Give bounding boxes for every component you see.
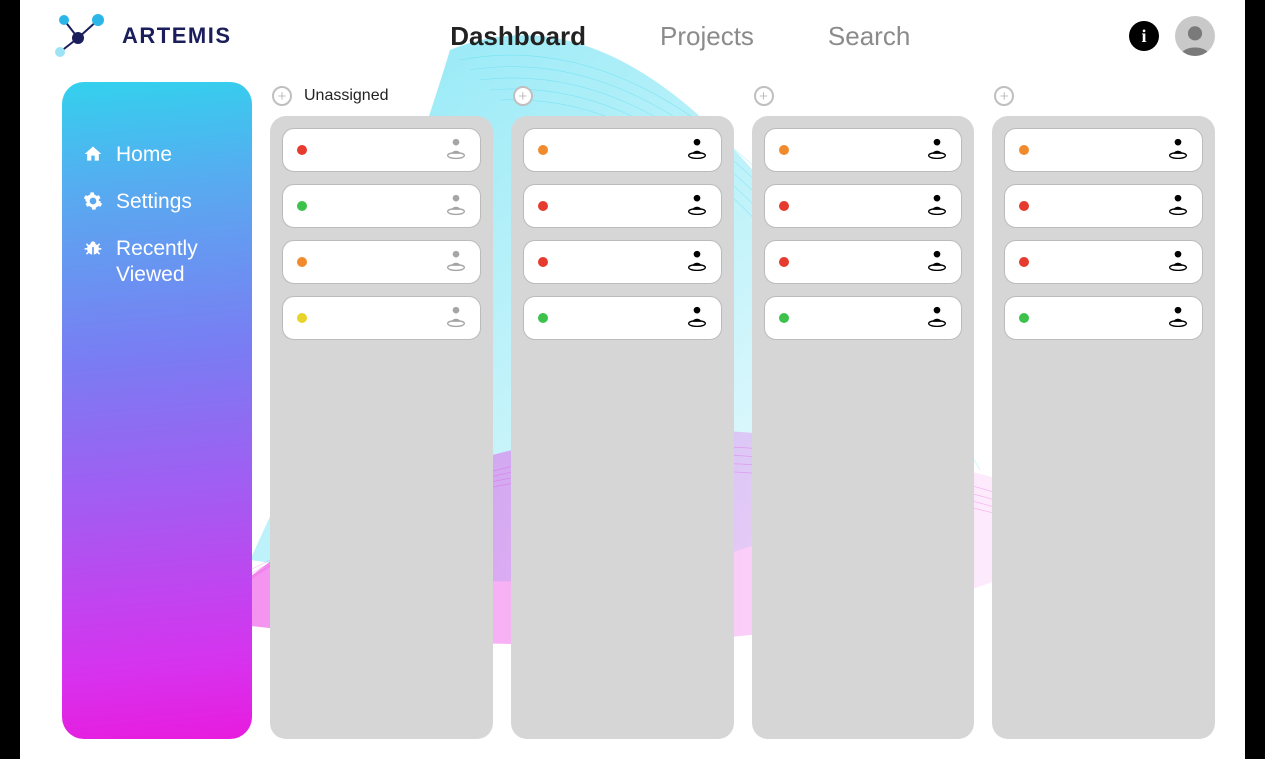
assignee-icon[interactable]: [927, 305, 947, 332]
status-dot: [538, 257, 548, 267]
board-card[interactable]: [523, 128, 722, 172]
assignee-icon[interactable]: [1168, 305, 1188, 332]
assignee-icon[interactable]: [1168, 193, 1188, 220]
add-card-button[interactable]: +: [754, 86, 774, 106]
header-actions: i: [1129, 16, 1215, 56]
column-body: [270, 116, 493, 739]
status-dot: [1019, 145, 1029, 155]
sidebar: Home Settings Recently Viewed: [62, 82, 252, 739]
status-dot: [297, 257, 307, 267]
board-card[interactable]: [764, 184, 963, 228]
brand-text: ARTEMIS: [122, 23, 232, 49]
board-column: +: [511, 82, 734, 739]
board: + Unassigned + + +: [270, 82, 1215, 739]
logo[interactable]: ARTEMIS: [50, 12, 232, 60]
board-card[interactable]: [764, 296, 963, 340]
status-dot: [1019, 257, 1029, 267]
board-card[interactable]: [282, 240, 481, 284]
status-dot: [538, 145, 548, 155]
nav-search[interactable]: Search: [826, 17, 912, 56]
assignee-icon[interactable]: [687, 193, 707, 220]
add-card-button[interactable]: +: [272, 86, 292, 106]
status-dot: [1019, 313, 1029, 323]
board-card[interactable]: [523, 184, 722, 228]
column-header: + Unassigned: [270, 82, 493, 110]
status-dot: [297, 313, 307, 323]
bug-icon: [82, 236, 104, 258]
home-icon: [82, 142, 104, 164]
sidebar-item-home[interactable]: Home: [82, 142, 234, 167]
board-card[interactable]: [1004, 128, 1203, 172]
assignee-icon[interactable]: [446, 249, 466, 276]
info-button[interactable]: i: [1129, 21, 1159, 51]
status-dot: [538, 201, 548, 211]
status-dot: [779, 257, 789, 267]
info-icon: i: [1141, 26, 1146, 47]
assignee-icon[interactable]: [687, 249, 707, 276]
column-header: +: [511, 82, 734, 110]
board-column: +: [992, 82, 1215, 739]
nav-dashboard[interactable]: Dashboard: [448, 17, 588, 56]
assignee-icon[interactable]: [446, 193, 466, 220]
board-card[interactable]: [282, 128, 481, 172]
avatar[interactable]: [1175, 16, 1215, 56]
status-dot: [779, 201, 789, 211]
assignee-icon[interactable]: [446, 305, 466, 332]
assignee-icon[interactable]: [687, 137, 707, 164]
board-card[interactable]: [282, 184, 481, 228]
sidebar-item-label: Home: [116, 142, 172, 167]
column-body: [992, 116, 1215, 739]
board-card[interactable]: [764, 240, 963, 284]
sidebar-item-label: Settings: [116, 189, 192, 214]
assignee-icon[interactable]: [927, 249, 947, 276]
status-dot: [779, 145, 789, 155]
main: Home Settings Recently Viewed + Unassigne…: [20, 72, 1245, 759]
board-card[interactable]: [1004, 240, 1203, 284]
status-dot: [297, 145, 307, 155]
user-icon: [1178, 22, 1212, 56]
assignee-icon[interactable]: [1168, 249, 1188, 276]
column-header: +: [992, 82, 1215, 110]
sidebar-item-settings[interactable]: Settings: [82, 189, 234, 214]
assignee-icon[interactable]: [687, 305, 707, 332]
board-card[interactable]: [764, 128, 963, 172]
board-column: +: [752, 82, 975, 739]
app-frame: ARTEMIS Dashboard Projects Search i: [0, 0, 1265, 759]
board-card[interactable]: [523, 296, 722, 340]
assignee-icon[interactable]: [927, 193, 947, 220]
add-card-button[interactable]: +: [513, 86, 533, 106]
gear-icon: [82, 189, 104, 211]
sidebar-item-label: Recently Viewed: [116, 236, 234, 286]
status-dot: [297, 201, 307, 211]
column-body: [752, 116, 975, 739]
column-title: Unassigned: [304, 87, 389, 105]
board-card[interactable]: [1004, 296, 1203, 340]
assignee-icon[interactable]: [1168, 137, 1188, 164]
add-card-button[interactable]: +: [994, 86, 1014, 106]
status-dot: [1019, 201, 1029, 211]
sidebar-item-recently-viewed[interactable]: Recently Viewed: [82, 236, 234, 286]
top-nav: Dashboard Projects Search: [232, 17, 1130, 56]
board-card[interactable]: [1004, 184, 1203, 228]
header: ARTEMIS Dashboard Projects Search i: [20, 0, 1245, 72]
board-card[interactable]: [282, 296, 481, 340]
assignee-icon[interactable]: [446, 137, 466, 164]
assignee-icon[interactable]: [927, 137, 947, 164]
column-body: [511, 116, 734, 739]
board-column: + Unassigned: [270, 82, 493, 739]
status-dot: [779, 313, 789, 323]
nav-projects[interactable]: Projects: [658, 17, 756, 56]
board-card[interactable]: [523, 240, 722, 284]
network-icon: [50, 12, 110, 60]
column-header: +: [752, 82, 975, 110]
status-dot: [538, 313, 548, 323]
